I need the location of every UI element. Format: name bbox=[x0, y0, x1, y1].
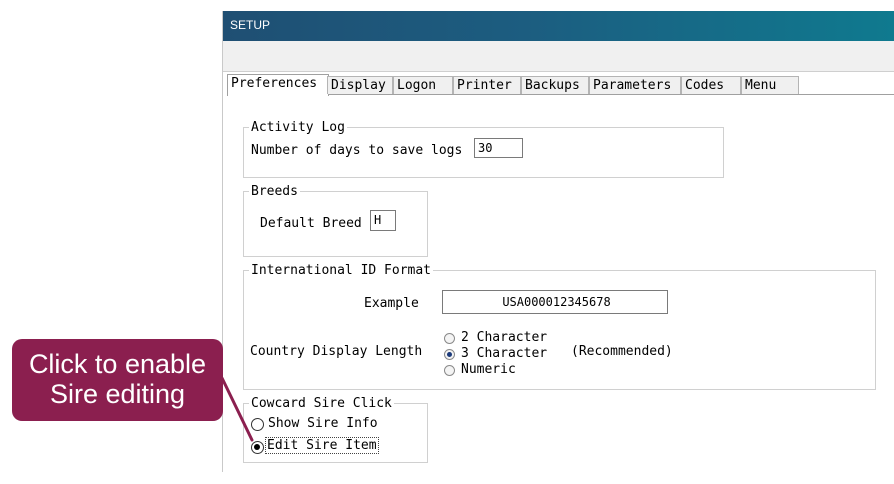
intl-id-legend: International ID Format bbox=[251, 263, 432, 278]
radio-numeric[interactable] bbox=[444, 365, 455, 376]
radio-2-character[interactable] bbox=[444, 333, 455, 344]
intl-id-group: International ID Format bbox=[243, 263, 876, 390]
callout-line-1: Click to enable bbox=[28, 349, 207, 379]
radio-edit-sire-item-label: Edit Sire Item bbox=[265, 437, 379, 454]
example-label: Example bbox=[364, 296, 419, 311]
setup-window: SETUP Preferences Display Logon Printer … bbox=[222, 11, 894, 472]
breeds-legend: Breeds bbox=[251, 184, 298, 199]
cowcard-legend: Cowcard Sire Click bbox=[251, 396, 392, 411]
tab-logon[interactable]: Logon bbox=[393, 76, 453, 94]
tab-backups[interactable]: Backups bbox=[521, 76, 589, 94]
toolbar bbox=[223, 41, 894, 72]
radio-2-character-label: 2 Character bbox=[461, 330, 548, 345]
days-to-save-input[interactable]: 30 bbox=[474, 138, 523, 158]
tab-menu[interactable]: Menu bbox=[741, 76, 799, 94]
radio-edit-sire-item[interactable] bbox=[251, 441, 264, 454]
radio-3-character-label: 3 Character bbox=[461, 346, 548, 361]
tab-parameters[interactable]: Parameters bbox=[589, 76, 681, 94]
days-to-save-label: Number of days to save logs bbox=[251, 143, 463, 158]
radio-3-character[interactable] bbox=[444, 349, 455, 360]
country-display-length-label: Country Display Length bbox=[250, 344, 423, 359]
tab-strip: Preferences Display Logon Printer Backup… bbox=[223, 74, 894, 96]
tab-printer[interactable]: Printer bbox=[453, 76, 521, 94]
tab-underline bbox=[328, 94, 894, 95]
callout-line-2: Sire editing bbox=[49, 379, 186, 409]
recommended-note: (Recommended) bbox=[571, 344, 673, 359]
default-breed-input[interactable]: H bbox=[370, 210, 396, 231]
title-bar: SETUP bbox=[223, 11, 894, 41]
default-breed-label: Default Breed bbox=[260, 216, 362, 231]
window-title: SETUP bbox=[230, 18, 271, 32]
example-value: USA000012345678 bbox=[442, 290, 668, 314]
activity-log-legend: Activity Log bbox=[251, 120, 345, 135]
radio-numeric-label: Numeric bbox=[461, 362, 516, 377]
tab-codes[interactable]: Codes bbox=[681, 76, 741, 94]
radio-show-sire-info[interactable] bbox=[251, 418, 264, 431]
tab-preferences[interactable]: Preferences bbox=[227, 74, 329, 96]
callout-box: Click to enable Sire editing bbox=[12, 339, 223, 421]
radio-show-sire-info-label: Show Sire Info bbox=[268, 416, 378, 431]
tab-display[interactable]: Display bbox=[327, 76, 393, 94]
